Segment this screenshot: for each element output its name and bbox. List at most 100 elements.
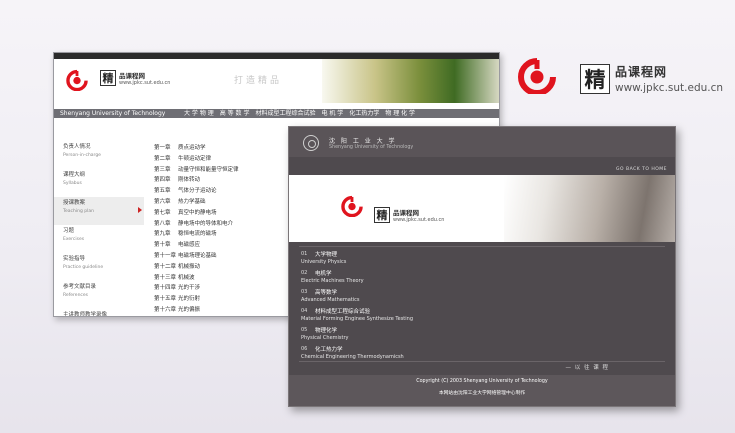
chapter-title: 刚体转动 — [178, 177, 201, 184]
active-arrow-icon — [138, 207, 142, 213]
producer-text: 本网站由沈阳工业大学网络管理中心制作 — [438, 391, 526, 396]
chapter-title: 电磁感应 — [178, 242, 201, 249]
chapter-number: 第十三章 — [154, 274, 177, 281]
course-number: 01 — [301, 250, 308, 257]
back-to-home-link[interactable]: GO BACK TO HOME — [616, 167, 667, 172]
course-number: 06 — [301, 345, 308, 352]
chapter-number: 第九章 — [154, 231, 171, 238]
university-name: Shenyang University of Technology — [60, 110, 166, 117]
gateway-banner: 精 品课程网 www.jpkc.sut.edu.cn — [289, 175, 675, 242]
copyright-text: Copyright (C) 2003 Shenyang University o… — [416, 379, 548, 384]
university-emblem-icon — [303, 135, 319, 151]
nav-item[interactable]: 化工热力学 — [349, 109, 379, 118]
chapter-title: 牛顿运动定律 — [178, 155, 212, 162]
sidebar-item-label: 授课教案 — [63, 200, 86, 206]
course-name-cn: 化工热力学 — [315, 346, 343, 353]
course-name-en: University Physics — [301, 259, 347, 265]
course-name-en: Chemical Engineering Thermodynamicsh — [301, 354, 404, 360]
brand-jing-char: 精 — [580, 63, 610, 94]
chapter-number: 第十五章 — [154, 296, 177, 303]
chapter-title: 光的衍射 — [178, 296, 201, 303]
sidebar-item[interactable]: 负责人情况 Person-in-charge — [54, 141, 144, 169]
sidebar-menu: 负责人情况 Person-in-charge 课程大纲 Syllabus 授课教案 Tea… — [54, 141, 144, 317]
chapter-number: 第八章 — [154, 220, 171, 227]
course-item[interactable]: 02 电机学 Electric Machines Theory — [301, 268, 601, 287]
sidebar-item[interactable]: 课程大纲 Syllabus — [54, 169, 144, 197]
course-nav: 大 学 物 理高 等 数 学材料成型工程综合试验电 机 学化工热力学物 理 化 … — [184, 109, 415, 118]
gateway-footer: Copyright (C) 2003 Shenyang University o… — [289, 375, 675, 406]
course-name-cn: 大学物理 — [315, 251, 338, 258]
course-number: 04 — [301, 307, 308, 314]
sidebar-item-label: 实验指导 — [63, 256, 86, 262]
past-courses-link[interactable]: — 以 往 课 程 — [566, 363, 610, 371]
chapter-number: 第五章 — [154, 188, 171, 195]
sidebar-item[interactable]: 实验指导 Practice guideline — [54, 253, 144, 281]
course-item[interactable]: 03 高等数学 Advanced Mathematics — [301, 287, 601, 306]
header-slogan: 打造精品 — [234, 76, 283, 86]
chapter-number: 第十七章 — [154, 316, 178, 317]
chapter-number: 第四章 — [154, 177, 171, 184]
chapter-number: 第三章 — [154, 166, 171, 173]
sidebar-item[interactable]: 习题 Exercises — [54, 225, 144, 253]
sidebar-item-sublabel: Exercises — [63, 237, 85, 242]
course-name-en: Advanced Mathematics — [301, 297, 360, 303]
chapter-title: 气体分子运动论 — [178, 188, 217, 195]
course-item[interactable]: 05 物理化学 Physical Chemistry — [301, 325, 601, 344]
course-number: 02 — [301, 269, 308, 276]
chapter-number: 第十章 — [154, 242, 171, 249]
sidebar-item-label: 习题 — [63, 228, 75, 234]
sidebar-item-sublabel: References — [63, 293, 89, 298]
chapter-number: 第十四章 — [154, 285, 177, 292]
jpkc-logo-icon — [66, 69, 88, 91]
jpkc-logo-icon — [341, 195, 363, 217]
chapter-title: 质点运动学 — [178, 145, 206, 151]
sidebar-item-sublabel: Practice guideline — [63, 265, 104, 270]
gateway-header: 沈 阳 工 业 大 学 Shenyang University of Techn… — [289, 127, 675, 157]
sidebar-item-label: 课程大纲 — [63, 172, 86, 178]
sidebar-item[interactable]: 参考文献目录 References — [54, 281, 144, 309]
course-name-cn: 电机学 — [315, 270, 332, 277]
brand-url: www.jpkc.sut.edu.cn — [393, 217, 445, 223]
course-item[interactable]: 01 大学物理 University Physics — [301, 249, 601, 268]
sidebar-item-sublabel: Syllabus — [63, 181, 82, 186]
header-leaf-photo — [322, 59, 499, 103]
nav-item[interactable]: 大 学 物 理 — [184, 109, 214, 118]
chapter-number: 第十一章 — [154, 252, 177, 259]
course-number: 05 — [301, 326, 308, 333]
nav-item[interactable]: 材料成型工程综合试验 — [255, 109, 315, 118]
brand-jing-char: 精 — [100, 70, 116, 86]
chapter-title: 机械振动 — [178, 263, 201, 270]
nav-item[interactable]: 物 理 化 学 — [385, 109, 415, 118]
sidebar-item-label: 参考文献目录 — [63, 284, 97, 290]
chapter-number: 第六章 — [154, 198, 171, 205]
brand-large: 精 品课程网 www.jpkc.sut.edu.cn — [580, 63, 723, 94]
course-name-en: Physical Chemistry — [301, 335, 349, 341]
university-name-cn: 沈 阳 工 业 大 学 — [329, 138, 397, 145]
sidebar-item-label: 主讲教师教学录像 — [63, 312, 108, 317]
brand-title: 品课程网 — [393, 209, 419, 217]
brand-url: www.jpkc.sut.edu.cn — [119, 80, 171, 86]
sidebar-item[interactable]: 授课教案 Teaching plan — [54, 197, 144, 225]
chapter-title: 真空中的静电场 — [178, 209, 217, 216]
chapter-number: 第七章 — [154, 209, 171, 216]
brand-title: 品课程网 — [119, 72, 145, 80]
chapter-title: 光的干涉 — [178, 285, 201, 292]
divider — [299, 246, 665, 247]
top-nav-bar: Shenyang University of Technology 大 学 物 … — [54, 109, 499, 118]
chapter-title: 动量守恒和能量守恒定律 — [178, 166, 239, 173]
chapter-title: 稳恒电流的磁场 — [178, 231, 217, 238]
chapter-title: 狭义相对论基础 — [178, 316, 217, 317]
chapter-title: 静电场中的导体和电介 — [178, 220, 234, 227]
divider — [299, 361, 665, 362]
chapter-title: 机械波 — [178, 274, 195, 281]
chapter-number: 第十二章 — [154, 263, 177, 270]
course-number: 03 — [301, 288, 308, 295]
course-name-en: Electric Machines Theory — [301, 278, 364, 284]
brand-url: www.jpkc.sut.edu.cn — [615, 82, 724, 94]
nav-item[interactable]: 高 等 数 学 — [220, 109, 250, 118]
chapter-title: 电磁场理论基础 — [178, 252, 217, 259]
sidebar-item[interactable]: 主讲教师教学录像the video disk of teaching — [54, 309, 144, 317]
course-list: 01 大学物理 University Physics 02 电机学 Electric Ma… — [301, 249, 601, 363]
course-item[interactable]: 04 材料成型工程综合试验 Material Forming Enginee Syn… — [301, 306, 601, 325]
nav-item[interactable]: 电 机 学 — [321, 109, 343, 118]
